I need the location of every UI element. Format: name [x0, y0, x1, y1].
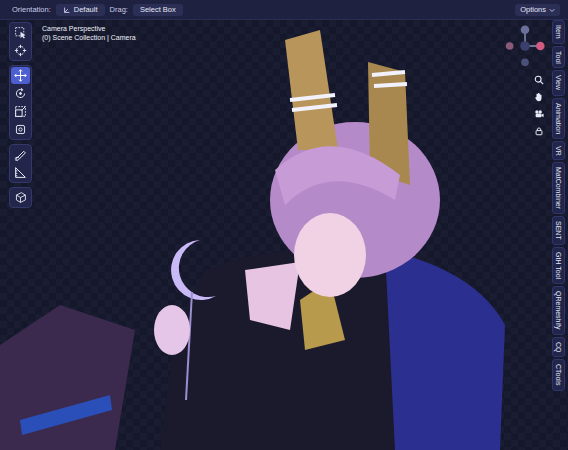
collection-path: (0) Scene Collection | Camera — [42, 33, 136, 42]
tool-button[interactable] — [11, 189, 30, 206]
tool-group — [9, 187, 32, 208]
navigation-button[interactable] — [533, 108, 545, 120]
tool-button[interactable] — [11, 42, 30, 59]
render-figure — [0, 20, 568, 450]
sidebar-tab[interactable]: VR — [552, 141, 565, 161]
tool-group — [9, 65, 32, 140]
navigation-button[interactable] — [533, 74, 545, 86]
lock-icon — [534, 126, 544, 136]
sidebar-tab[interactable]: View — [552, 70, 565, 95]
navigation-controls — [500, 20, 550, 137]
viewport[interactable]: Camera Perspective(0) Scene Collection |… — [0, 20, 568, 450]
tool-button[interactable] — [11, 85, 30, 102]
tool-button[interactable] — [11, 146, 30, 163]
sidebar-tab[interactable]: GtH Tool — [552, 247, 565, 284]
camera-icon — [534, 109, 544, 119]
toolbar — [0, 20, 32, 208]
move-icon — [14, 69, 27, 82]
navigation-button[interactable] — [533, 125, 545, 137]
navigation-button[interactable] — [533, 91, 545, 103]
options-button[interactable]: Options — [515, 4, 560, 16]
orientation-label: Orientation: — [12, 5, 51, 14]
viewport-info: Camera Perspective(0) Scene Collection |… — [32, 20, 136, 42]
view-name: Camera Perspective — [42, 24, 136, 33]
hand-icon — [534, 92, 544, 102]
tool-button[interactable] — [11, 121, 30, 138]
chevron-down-icon — [549, 7, 555, 13]
cursor-icon — [14, 44, 27, 57]
transform-icon — [14, 123, 27, 136]
rotate-icon — [14, 87, 27, 100]
drag-dropdown[interactable]: Select Box — [133, 4, 183, 16]
tool-group — [9, 22, 32, 61]
axis-gizmo-icon[interactable] — [502, 23, 548, 69]
tool-button[interactable] — [11, 103, 30, 120]
annotate-icon — [14, 148, 27, 161]
blender-viewport-window: Orientation: Default Drag: Select Box Option… — [0, 0, 568, 450]
sidebar-tab[interactable]: SENT — [552, 216, 565, 245]
scale-icon — [14, 105, 27, 118]
tool-group — [9, 144, 32, 183]
select-icon — [14, 26, 27, 39]
tool-button[interactable] — [11, 164, 30, 181]
sidebar-tab[interactable]: QRemeshify — [552, 286, 565, 335]
measure-icon — [14, 166, 27, 179]
sidebar-tab[interactable]: CQ — [552, 337, 565, 358]
sidebar-tab[interactable]: Animation — [552, 98, 565, 139]
orientation-dropdown[interactable]: Default — [56, 4, 105, 16]
sidebar-tab[interactable]: Tool — [552, 46, 565, 69]
sidebar-tab[interactable]: MatCombiner — [552, 162, 565, 214]
sidebar-tabs: Item ToolView Animation VRMatCombiner SENT Gt… — [550, 20, 568, 391]
zoom-icon — [534, 75, 544, 85]
tool-button[interactable] — [11, 24, 30, 41]
tool-button[interactable] — [11, 67, 30, 84]
sidebar-tab[interactable]: CTools — [552, 359, 565, 390]
drag-label: Drag: — [110, 5, 128, 14]
tool-header: Orientation: Default Drag: Select Box Option… — [0, 0, 568, 20]
add-cube-icon — [14, 191, 27, 204]
sidebar-tab[interactable]: Item — [552, 20, 565, 44]
axes-icon — [63, 6, 71, 14]
